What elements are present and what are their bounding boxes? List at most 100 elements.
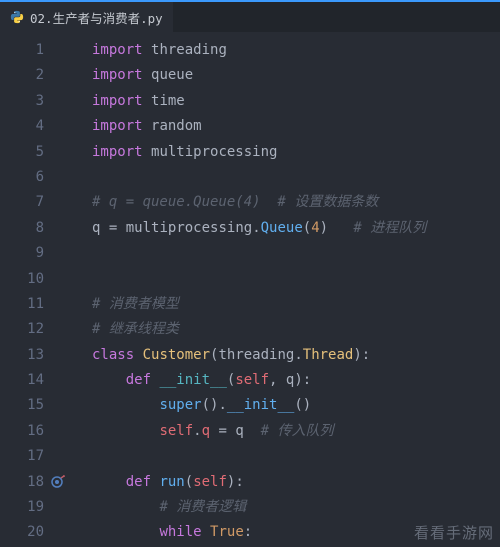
token-op: = bbox=[109, 220, 117, 236]
tab-title: 02.生产者与消费者.py bbox=[30, 8, 163, 27]
code-line[interactable]: # 消费者模型 bbox=[92, 292, 426, 317]
token-op: , bbox=[269, 372, 286, 388]
token-attr: q bbox=[202, 423, 210, 439]
token-op: ) bbox=[320, 220, 328, 236]
line-number: 1 bbox=[0, 38, 44, 63]
line-number: 14 bbox=[0, 368, 44, 393]
line-number: 18 bbox=[0, 470, 44, 495]
token-ident: multiprocessing bbox=[151, 144, 277, 160]
code-line[interactable]: def __init__(self, q): bbox=[92, 368, 426, 393]
code-line[interactable]: import threading bbox=[92, 38, 426, 63]
code-line[interactable]: import queue bbox=[92, 63, 426, 88]
line-number: 3 bbox=[0, 89, 44, 114]
token-op: . bbox=[218, 397, 226, 413]
token-op: () bbox=[202, 397, 219, 413]
token-op: . bbox=[294, 347, 302, 363]
token-kw: class bbox=[92, 347, 134, 363]
token-fn: super bbox=[159, 397, 201, 413]
breakpoint-indicator-icon bbox=[50, 470, 90, 495]
token-kw: def bbox=[126, 372, 151, 388]
token-op: . bbox=[252, 220, 260, 236]
code-line[interactable] bbox=[92, 444, 426, 469]
token-cmt: # 进程队列 bbox=[353, 220, 426, 236]
token-cls: Thread bbox=[303, 347, 354, 363]
code-line[interactable]: import time bbox=[92, 89, 426, 114]
python-icon bbox=[10, 10, 24, 24]
line-number: 9 bbox=[0, 241, 44, 266]
line-number: 19 bbox=[0, 495, 44, 520]
token-op: ): bbox=[353, 347, 370, 363]
token-op: = bbox=[218, 423, 226, 439]
code-line[interactable]: # 消费者逻辑 bbox=[92, 495, 426, 520]
token-kw: import bbox=[92, 118, 143, 134]
code-line[interactable]: self.q = q # 传入队列 bbox=[92, 419, 426, 444]
token-kw: import bbox=[92, 93, 143, 109]
code-line[interactable]: while True: bbox=[92, 520, 426, 545]
token-ident: threading bbox=[151, 42, 227, 58]
token-cmt: # 继承线程类 bbox=[92, 321, 179, 337]
token-self: self bbox=[159, 423, 193, 439]
line-number: 4 bbox=[0, 114, 44, 139]
line-number: 15 bbox=[0, 393, 44, 418]
line-number: 20 bbox=[0, 520, 44, 545]
token-self: self bbox=[235, 372, 269, 388]
line-number: 10 bbox=[0, 267, 44, 292]
code-line[interactable] bbox=[92, 165, 426, 190]
code-area[interactable]: import threadingimport queueimport timei… bbox=[52, 32, 426, 547]
token-kw: while bbox=[159, 524, 201, 540]
token-cmt: # 消费者模型 bbox=[92, 296, 179, 312]
token-kw: def bbox=[126, 474, 151, 490]
code-line[interactable]: # 继承线程类 bbox=[92, 317, 426, 342]
code-line[interactable]: q = multiprocessing.Queue(4) # 进程队列 bbox=[92, 216, 426, 241]
token-kw: import bbox=[92, 144, 143, 160]
editor[interactable]: 1234567891011121314151617181920 import t… bbox=[0, 32, 500, 547]
line-number: 11 bbox=[0, 292, 44, 317]
token-op: ( bbox=[185, 474, 193, 490]
token-op: : bbox=[244, 524, 252, 540]
token-fn: Queue bbox=[261, 220, 303, 236]
token-cmt: # q = queue.Queue(4) # 设置数据条数 bbox=[92, 194, 378, 210]
token-ident: random bbox=[151, 118, 202, 134]
token-ident: queue bbox=[151, 67, 193, 83]
token-op: . bbox=[193, 423, 201, 439]
code-line[interactable]: super().__init__() bbox=[92, 393, 426, 418]
token-ident: threading bbox=[218, 347, 294, 363]
token-kw: import bbox=[92, 67, 143, 83]
line-number: 12 bbox=[0, 317, 44, 342]
active-tab[interactable]: 02.生产者与消费者.py bbox=[0, 2, 173, 32]
token-fn: __init__ bbox=[227, 397, 294, 413]
line-number: 5 bbox=[0, 140, 44, 165]
token-kw: import bbox=[92, 42, 143, 58]
code-line[interactable]: class Customer(threading.Thread): bbox=[92, 343, 426, 368]
token-cmt: # 传入队列 bbox=[261, 423, 334, 439]
line-number: 2 bbox=[0, 63, 44, 88]
code-line[interactable]: import multiprocessing bbox=[92, 140, 426, 165]
token-cmt: # 消费者逻辑 bbox=[159, 499, 246, 515]
code-line[interactable]: # q = queue.Queue(4) # 设置数据条数 bbox=[92, 190, 426, 215]
token-dunder: __init__ bbox=[159, 372, 226, 388]
token-op: () bbox=[294, 397, 311, 413]
token-self: self bbox=[193, 474, 227, 490]
token-op: ): bbox=[294, 372, 311, 388]
line-number: 17 bbox=[0, 444, 44, 469]
code-line[interactable] bbox=[92, 241, 426, 266]
token-ident: multiprocessing bbox=[126, 220, 252, 236]
line-number: 13 bbox=[0, 343, 44, 368]
tab-bar: 02.生产者与消费者.py bbox=[0, 0, 500, 32]
token-fn: run bbox=[159, 474, 184, 490]
line-number: 6 bbox=[0, 165, 44, 190]
code-line[interactable]: import random bbox=[92, 114, 426, 139]
line-number: 8 bbox=[0, 216, 44, 241]
code-line[interactable] bbox=[92, 267, 426, 292]
token-ident: q bbox=[235, 423, 243, 439]
token-ident: time bbox=[151, 93, 185, 109]
token-op: ): bbox=[227, 474, 244, 490]
token-ident: q bbox=[92, 220, 100, 236]
code-line[interactable]: def run(self): bbox=[92, 470, 426, 495]
token-cls: Customer bbox=[143, 347, 210, 363]
line-number: 16 bbox=[0, 419, 44, 444]
line-number: 7 bbox=[0, 190, 44, 215]
token-op: ( bbox=[303, 220, 311, 236]
line-number-gutter: 1234567891011121314151617181920 bbox=[0, 32, 52, 547]
token-bool: True bbox=[210, 524, 244, 540]
